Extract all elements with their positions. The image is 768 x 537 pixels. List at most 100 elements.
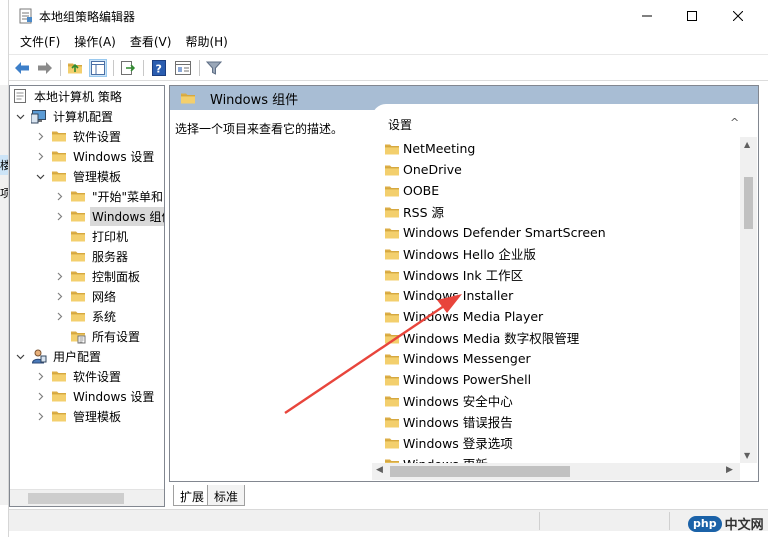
folder-icon xyxy=(51,408,67,424)
list-item-label: Windows PowerShell xyxy=(403,372,532,387)
tab-extended[interactable]: 扩展 xyxy=(173,485,212,506)
maximize-button[interactable] xyxy=(669,0,715,31)
folder-icon xyxy=(384,141,400,157)
menu-view[interactable]: 查看(V) xyxy=(123,31,179,53)
list-item[interactable]: Windows Ink 工作区 xyxy=(384,264,523,285)
tree-item-user-admin-templates[interactable]: 管理模板 xyxy=(36,406,123,426)
list-item[interactable]: OneDrive xyxy=(384,159,462,180)
list-item-label: NetMeeting xyxy=(403,141,476,156)
tree-label: Windows 设置 xyxy=(73,149,155,164)
tree-label: 所有设置 xyxy=(92,329,141,344)
tree-label: Windows 组件 xyxy=(90,206,164,226)
tree-item-server[interactable]: 服务器 xyxy=(70,246,130,266)
title-bar[interactable]: 本地组策略编辑器 xyxy=(9,0,768,31)
tree-item-all-settings[interactable]: 所有设置 xyxy=(70,326,142,346)
help-icon: ? xyxy=(152,60,166,76)
folder-icon xyxy=(70,308,86,324)
horizontal-scrollbar[interactable]: ◀ ▶ xyxy=(372,463,740,480)
watermark-logo: php xyxy=(688,515,722,532)
export-list-button[interactable] xyxy=(119,59,137,77)
folder-icon xyxy=(51,148,67,164)
tree-horizontal-scrollbar[interactable] xyxy=(10,489,164,506)
list-item-label: Windows Media Player xyxy=(403,309,544,324)
tree-item-windows-settings[interactable]: Windows 设置 xyxy=(36,146,156,166)
forward-button[interactable] xyxy=(36,59,54,77)
list-item[interactable]: Windows Media 数字权限管理 xyxy=(384,327,579,348)
help-button[interactable]: ? xyxy=(150,59,168,77)
chevron-down-icon xyxy=(36,172,45,181)
tree-item-computer-config[interactable]: 计算机配置 xyxy=(16,106,115,126)
tree-item-control-panel[interactable]: 控制面板 xyxy=(55,266,142,286)
status-bar xyxy=(9,509,768,531)
list-item[interactable]: Windows Defender SmartScreen xyxy=(384,222,606,243)
show-hide-tree-button[interactable] xyxy=(89,59,107,77)
sort-up-icon: ^ xyxy=(730,116,740,129)
menu-help[interactable]: 帮助(H) xyxy=(178,31,234,53)
scroll-left-icon[interactable]: ◀ xyxy=(376,465,383,475)
tab-standard[interactable]: 标准 xyxy=(207,485,246,506)
menu-file[interactable]: 文件(F) xyxy=(13,31,67,53)
tree-item-system[interactable]: 系统 xyxy=(55,306,118,326)
list-item[interactable]: Windows PowerShell xyxy=(384,369,531,390)
list-item[interactable]: Windows Messenger xyxy=(384,348,531,369)
properties-button[interactable] xyxy=(174,59,192,77)
tree-label: 系统 xyxy=(92,309,117,324)
scrollbar-thumb[interactable] xyxy=(28,493,124,504)
menu-bar: 文件(F) 操作(A) 查看(V) 帮助(H) xyxy=(9,31,768,53)
up-folder-button[interactable] xyxy=(66,59,84,77)
details-pane: Windows 组件 选择一个项目来查看它的描述。 设置 ^ NetMeetin… xyxy=(169,85,759,482)
details-header-title: Windows 组件 xyxy=(210,92,299,108)
tree-item-user-config[interactable]: 用户配置 xyxy=(16,346,103,366)
tree-item-network[interactable]: 网络 xyxy=(55,286,118,306)
list-item[interactable]: Windows 登录选项 xyxy=(384,432,513,453)
column-header-settings[interactable]: 设置 xyxy=(388,116,412,133)
folder-icon xyxy=(180,90,196,106)
back-button[interactable] xyxy=(13,59,31,77)
minimize-icon xyxy=(642,15,652,16)
list-item[interactable]: OOBE xyxy=(384,180,439,201)
folder-icon xyxy=(384,393,400,409)
chevron-right-icon xyxy=(36,392,45,401)
menu-action[interactable]: 操作(A) xyxy=(67,31,123,53)
filter-icon xyxy=(206,61,222,75)
list-item[interactable]: Windows 错误报告 xyxy=(384,411,513,432)
tree-item-software-settings[interactable]: 软件设置 xyxy=(36,126,123,146)
list-item[interactable]: Windows Hello 企业版 xyxy=(384,243,536,264)
tree-item-start-menu[interactable]: "开始"菜单和 xyxy=(55,186,164,206)
folder-icon xyxy=(70,288,86,304)
vertical-scrollbar[interactable]: ▲ ▼ xyxy=(740,137,757,463)
scroll-up-icon[interactable]: ▲ xyxy=(744,140,750,149)
tree-item-printers[interactable]: 打印机 xyxy=(70,226,130,246)
console-tree[interactable]: 本地计算机 策略 计算机配置 软件设置 Windows 设置 管理模板 "开始"… xyxy=(9,85,165,507)
gpedit-window: 本地组策略编辑器 文件(F) 操作(A) 查看(V) 帮助(H) ? 本地计算机… xyxy=(8,0,768,537)
chevron-down-icon xyxy=(16,112,25,121)
tree-label: 管理模板 xyxy=(73,169,122,184)
scrollbar-thumb[interactable] xyxy=(390,466,570,477)
scroll-down-icon[interactable]: ▼ xyxy=(744,451,750,460)
minimize-button[interactable] xyxy=(624,0,670,31)
list-item-windows-installer[interactable]: Windows Installer xyxy=(384,285,513,306)
list-item[interactable]: NetMeeting xyxy=(384,138,475,159)
folder-icon xyxy=(51,388,67,404)
tree-label: 打印机 xyxy=(92,229,129,244)
close-button[interactable] xyxy=(715,0,761,31)
tree-item-windows-components[interactable]: Windows 组件 xyxy=(55,206,164,226)
tree-item-user-software-settings[interactable]: 软件设置 xyxy=(36,366,123,386)
filter-button[interactable] xyxy=(205,59,223,77)
list-item[interactable]: Windows 安全中心 xyxy=(384,390,513,411)
scrollbar-thumb[interactable] xyxy=(744,177,753,229)
tree-label: "开始"菜单和 xyxy=(92,189,164,204)
folder-icon xyxy=(384,330,400,346)
tree-label: 控制面板 xyxy=(92,269,141,284)
toolbar: ? xyxy=(9,54,768,81)
settings-list[interactable]: 设置 ^ NetMeeting OneDrive OOBE RSS 源 Wind… xyxy=(372,104,758,481)
list-item[interactable]: RSS 源 xyxy=(384,201,444,222)
scroll-right-icon[interactable]: ▶ xyxy=(726,465,733,475)
tree-item-root[interactable]: 本地计算机 策略 xyxy=(12,86,124,106)
list-item-label: Windows Messenger xyxy=(403,351,531,366)
list-item-label: OneDrive xyxy=(403,162,462,177)
list-item[interactable]: Windows Media Player xyxy=(384,306,543,327)
chevron-right-icon xyxy=(55,312,64,321)
tree-item-user-windows-settings[interactable]: Windows 设置 xyxy=(36,386,156,406)
tree-item-admin-templates[interactable]: 管理模板 xyxy=(36,166,123,186)
